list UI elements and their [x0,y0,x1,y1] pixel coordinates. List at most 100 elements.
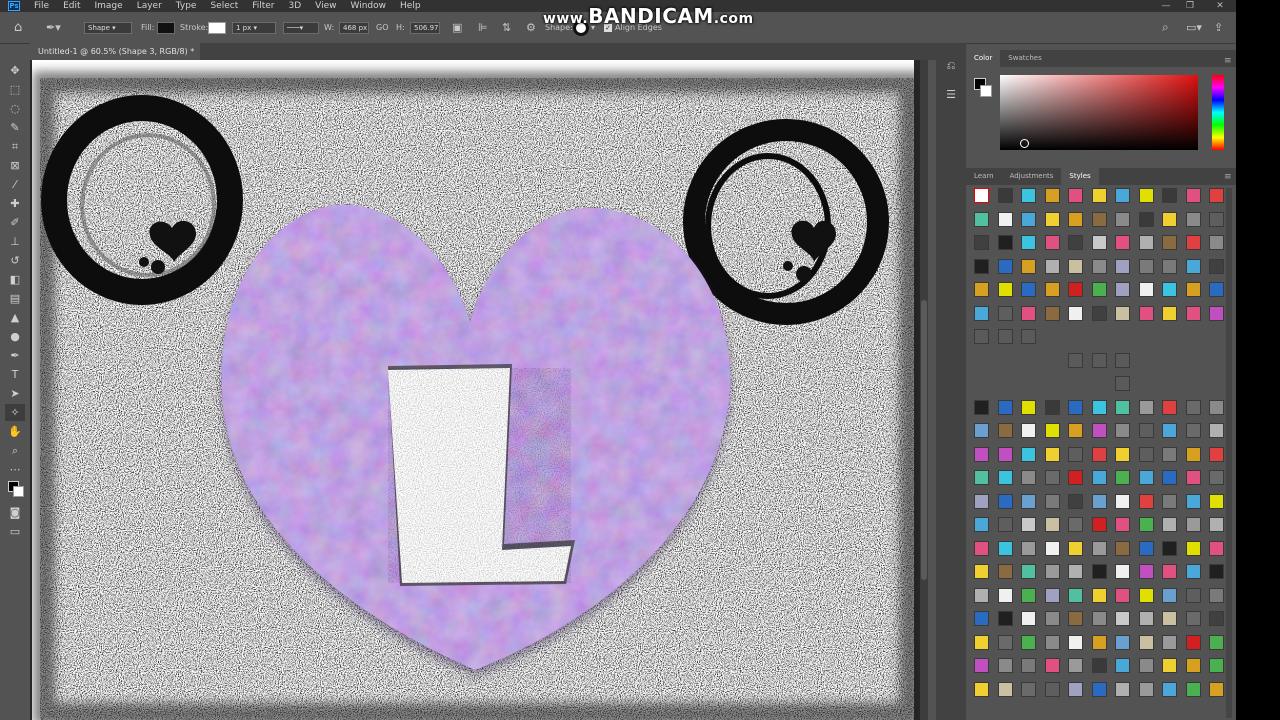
style-preset-swatch[interactable] [997,399,1013,415]
style-preset-swatch[interactable] [1068,587,1083,603]
style-preset-swatch[interactable] [1185,399,1201,415]
style-preset-swatch[interactable] [1185,658,1201,673]
style-preset-swatch[interactable] [1162,634,1177,650]
style-preset-swatch[interactable] [1115,470,1130,485]
style-preset-swatch[interactable] [1021,564,1036,579]
style-preset-swatch[interactable] [1185,587,1201,603]
style-preset-swatch[interactable] [1115,446,1130,462]
style-preset-swatch[interactable] [997,329,1013,344]
style-preset-swatch[interactable] [1021,446,1036,462]
style-preset-swatch[interactable] [1138,258,1154,274]
gear-icon[interactable]: ⚙ [526,12,536,43]
style-preset-swatch[interactable] [1185,470,1201,485]
style-preset-swatch[interactable] [997,517,1013,532]
style-preset-swatch[interactable] [1185,564,1201,579]
style-preset-swatch[interactable] [1091,540,1107,556]
artboard-tool-icon[interactable]: ⬚ [5,81,25,98]
style-preset-swatch[interactable] [1115,282,1130,297]
style-preset-swatch[interactable] [1044,188,1060,203]
style-preset-swatch[interactable] [1138,611,1154,626]
style-preset-swatch[interactable] [1068,211,1083,227]
style-preset-swatch[interactable] [1162,611,1177,626]
style-preset-swatch[interactable] [1138,493,1154,509]
style-preset-swatch[interactable] [1138,681,1154,697]
path-alignment-icon[interactable]: ⊫ [478,12,488,43]
style-preset-swatch[interactable] [1068,681,1083,697]
style-preset-swatch[interactable] [1209,235,1224,250]
style-preset-swatch[interactable] [1138,235,1154,250]
pen-tool-icon[interactable]: ✒ [5,347,25,364]
mode-select[interactable]: Shape ▾ [84,21,132,34]
style-preset-swatch[interactable] [997,564,1013,579]
style-preset-swatch[interactable] [1091,517,1107,532]
style-preset-swatch[interactable] [1209,423,1224,438]
style-preset-swatch[interactable] [1068,493,1083,509]
style-preset-swatch[interactable] [1185,282,1201,297]
style-preset-swatch[interactable] [997,658,1013,673]
more-tools-icon[interactable]: ⋯ [5,461,25,478]
style-preset-swatch[interactable] [1209,399,1224,415]
style-preset-swatch[interactable] [1044,305,1060,321]
style-preset-swatch[interactable] [1138,282,1154,297]
style-preset-swatch[interactable] [1021,258,1036,274]
stroke-width-field[interactable]: 1 px ▾ [232,21,276,34]
style-preset-swatch[interactable] [1209,282,1224,297]
color-panel-menu-icon[interactable]: ≡ [1224,56,1232,66]
height-input[interactable]: 506.97 [410,21,440,34]
style-preset-swatch[interactable] [974,493,989,509]
gradient-tool-icon[interactable]: ▤ [5,290,25,307]
style-preset-swatch[interactable] [1138,399,1154,415]
style-preset-swatch[interactable] [1091,470,1107,485]
pen-tool-preset-icon[interactable]: ✒▾ [46,12,61,43]
minimize-icon[interactable]: — [1156,0,1176,12]
style-preset-swatch[interactable] [974,211,989,227]
style-preset-swatch[interactable] [974,587,989,603]
style-preset-swatch[interactable] [1021,587,1036,603]
style-preset-swatch[interactable] [1115,634,1130,650]
style-preset-swatch[interactable] [1021,305,1036,321]
eyedropper-tool-icon[interactable]: ⁄ [5,176,25,193]
style-preset-swatch[interactable] [1185,305,1201,321]
style-preset-swatch[interactable] [1068,258,1083,274]
style-preset-swatch[interactable] [1162,587,1177,603]
style-preset-swatch[interactable] [1091,305,1107,321]
style-preset-swatch[interactable] [1021,423,1036,438]
style-preset-swatch[interactable] [1044,611,1060,626]
foreground-background-color-icon[interactable] [5,480,25,497]
style-preset-swatch[interactable] [1091,564,1107,579]
search-icon[interactable]: ⌕ [1162,12,1169,43]
style-preset-swatch[interactable] [1044,658,1060,673]
style-preset-swatch[interactable] [1091,352,1107,368]
style-preset-swatch[interactable] [1021,517,1036,532]
style-preset-swatch[interactable] [1044,258,1060,274]
tab-color[interactable]: Color [966,50,1001,67]
link-dimensions-icon[interactable]: GO [376,12,389,43]
style-preset-swatch[interactable] [1044,282,1060,297]
style-preset-swatch[interactable] [1021,235,1036,250]
menu-layer[interactable]: Layer [137,1,162,11]
style-preset-swatch[interactable] [1185,634,1201,650]
style-preset-swatch[interactable] [1044,634,1060,650]
style-preset-swatch[interactable] [1068,423,1083,438]
style-preset-swatch[interactable] [997,188,1013,203]
style-preset-swatch[interactable] [1115,587,1130,603]
styles-scrollbar[interactable] [1226,188,1232,718]
style-preset-swatch[interactable] [1091,587,1107,603]
hand-tool-icon[interactable]: ✋ [5,423,25,440]
style-preset-swatch[interactable] [997,211,1013,227]
style-preset-swatch[interactable] [1115,235,1130,250]
style-preset-swatch[interactable] [1068,517,1083,532]
style-preset-swatch[interactable] [974,681,989,697]
workspace-icon[interactable]: ▭▾ [1186,12,1202,43]
style-preset-swatch[interactable] [1021,493,1036,509]
style-preset-swatch[interactable] [1185,423,1201,438]
style-preset-swatch[interactable] [1068,634,1083,650]
style-preset-swatch[interactable] [1068,446,1083,462]
color-field[interactable] [1000,75,1198,150]
style-preset-swatch[interactable] [1091,493,1107,509]
document-tab[interactable]: Untitled-1 @ 60.5% (Shape 3, RGB/8) * × [30,43,200,73]
style-preset-swatch[interactable] [1138,587,1154,603]
path-operations-icon[interactable]: ▣ [452,12,462,43]
style-preset-swatch[interactable] [1138,188,1154,203]
style-preset-swatch[interactable] [1209,188,1224,203]
